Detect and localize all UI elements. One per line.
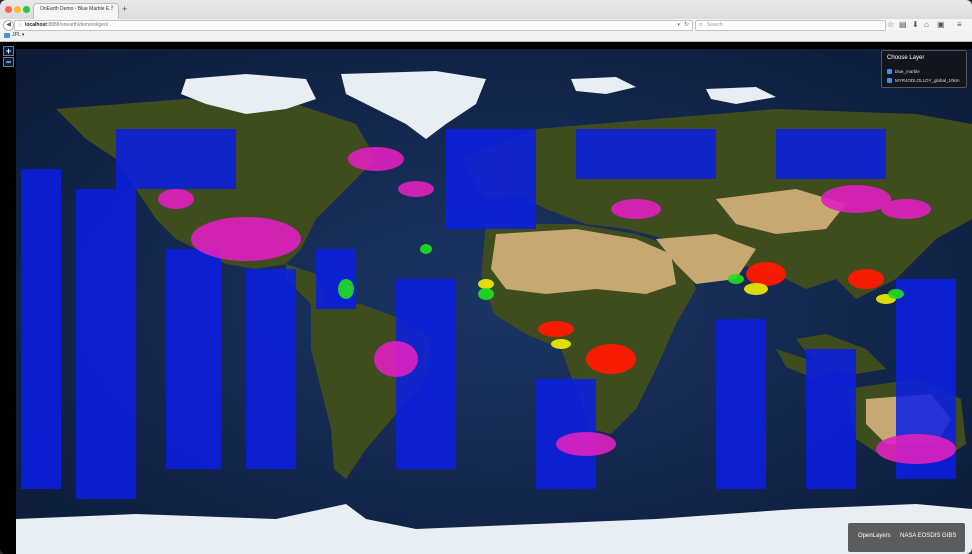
overlay-patch: [556, 432, 616, 456]
navigation-toolbar: ◀ ⓘ localhost:8888/onearth/demo/ol/geo/ …: [0, 19, 972, 31]
overlay-patch: [538, 321, 574, 337]
overlay-swath: [166, 249, 221, 469]
overlay-patch: [744, 283, 768, 295]
layer-checkbox[interactable]: [887, 69, 892, 74]
bookmark-label: JPL: [12, 32, 21, 38]
layer-checkbox[interactable]: [887, 78, 892, 83]
layer-label: blue_marble: [895, 69, 920, 74]
back-button[interactable]: ◀: [3, 20, 14, 31]
site-info-icon[interactable]: ⓘ: [18, 22, 23, 29]
overlay-swath: [116, 129, 236, 189]
overlay-patch: [478, 279, 494, 289]
pocket-icon[interactable]: ▣: [937, 19, 945, 31]
overlay-swath: [246, 269, 296, 469]
tab-onearth-demo[interactable]: OnEarth Demo - Blue Marble E... ×: [33, 3, 119, 19]
overlay-patch: [374, 341, 418, 377]
layer-switcher: Choose Layer blue_marble MYR4ODLOLLDY_gl…: [881, 50, 967, 88]
overlay-patch: [551, 339, 571, 349]
search-input[interactable]: Search: [707, 21, 723, 30]
overlay-patch: [398, 181, 434, 197]
overlay-patch: [821, 185, 891, 213]
overlay-patch: [191, 217, 301, 261]
zoom-out-button[interactable]: −: [3, 57, 14, 67]
minimize-window-button[interactable]: [14, 6, 21, 13]
zoom-in-button[interactable]: +: [3, 46, 14, 56]
overlay-patch: [158, 189, 194, 209]
overlay-swath: [21, 169, 61, 489]
new-tab-button[interactable]: +: [122, 3, 127, 15]
overlay-swath: [776, 129, 886, 179]
tab-close-icon[interactable]: ×: [110, 5, 114, 11]
zoom-controls: + −: [3, 46, 14, 68]
close-window-button[interactable]: [5, 6, 12, 13]
search-bar[interactable]: ⌕ Search: [695, 20, 886, 31]
overlay-patch: [728, 274, 744, 284]
attribution-nasa-gibs[interactable]: NASA EOSDIS GIBS: [900, 533, 956, 539]
download-icon[interactable]: ⬇: [912, 19, 919, 31]
map-attribution: OpenLayers NASA EOSDIS GIBS: [848, 523, 965, 552]
overlay-patch: [586, 344, 636, 374]
reload-icon[interactable]: ↻: [684, 21, 689, 30]
attribution-openlayers[interactable]: OpenLayers: [858, 533, 891, 539]
url-bar[interactable]: ⓘ localhost:8888/onearth/demo/ol/geo/ ▾ …: [14, 20, 693, 31]
bookmark-folder-jpl[interactable]: JPL ▾: [12, 32, 24, 39]
tab-bar: OnEarth Demo - Blue Marble E... × +: [0, 0, 972, 20]
browser-window: OnEarth Demo - Blue Marble E... × + ◀ ⓘ …: [0, 0, 972, 554]
overlay-swath: [716, 319, 766, 489]
overlay-patch: [611, 199, 661, 219]
overlay-swath: [446, 129, 536, 229]
map-viewport[interactable]: + − Choose Layer blue_marble MYR4ODLOLLD…: [0, 42, 972, 554]
reading-list-icon[interactable]: ▤: [899, 19, 907, 31]
overlay-patch: [338, 279, 354, 299]
menu-icon[interactable]: ≡: [957, 19, 962, 31]
layer-switcher-title: Choose Layer: [887, 55, 925, 61]
overlay-swath: [316, 249, 356, 309]
url-path: :8888/onearth/demo/ol/geo/: [46, 22, 109, 28]
overlay-swath: [806, 349, 856, 489]
url-host: localhost: [25, 22, 47, 28]
overlay-patch: [888, 289, 904, 299]
world-map[interactable]: [16, 49, 972, 554]
overlay-patch: [348, 147, 404, 171]
overlay-patch: [876, 434, 956, 464]
overlay-patch: [746, 262, 786, 286]
folder-icon: [4, 33, 10, 38]
url-dropdown-icon[interactable]: ▾: [677, 21, 680, 30]
maximize-window-button[interactable]: [23, 6, 30, 13]
bookmarks-bar: JPL ▾: [0, 31, 972, 42]
overlay-patch: [478, 288, 494, 300]
home-icon[interactable]: ⌂: [924, 19, 929, 31]
bookmark-star-icon[interactable]: ☆: [887, 19, 894, 31]
overlay-patch: [881, 199, 931, 219]
search-icon: ⌕: [699, 22, 703, 28]
overlay-swath: [76, 189, 136, 499]
overlay-patch: [420, 244, 432, 254]
overlay-swath: [576, 129, 716, 179]
layer-label: MYR4ODLOLLDY_global_10km: [895, 78, 960, 83]
url-text: localhost:8888/onearth/demo/ol/geo/: [25, 21, 108, 30]
overlay-patch: [848, 269, 884, 289]
tab-title: OnEarth Demo - Blue Marble E...: [40, 6, 114, 12]
